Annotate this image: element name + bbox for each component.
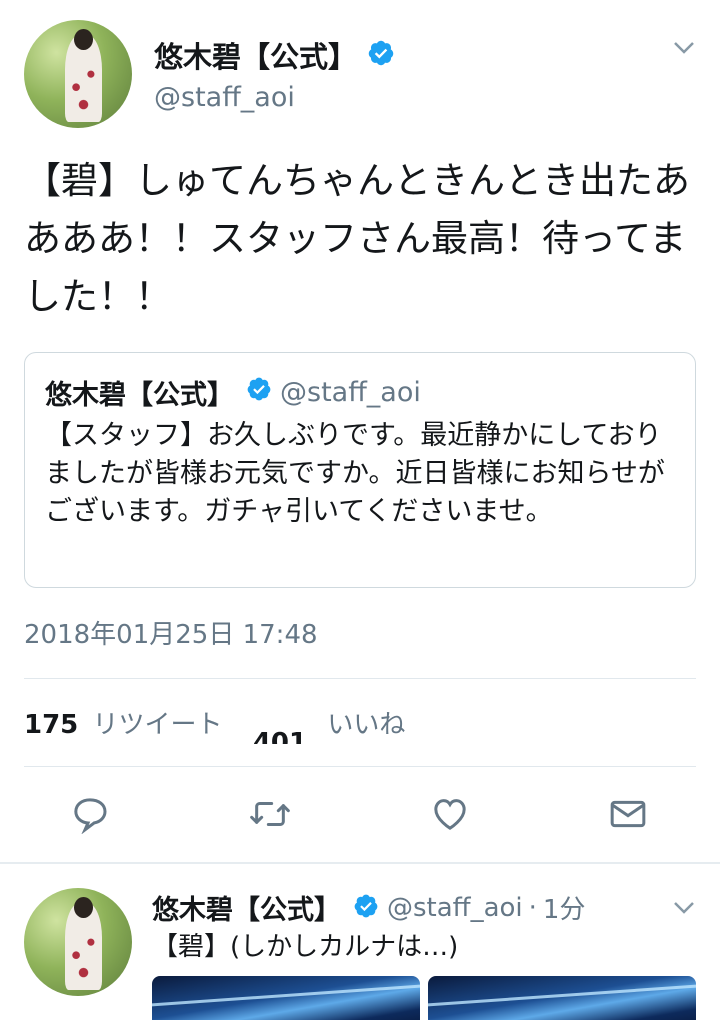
tweet-action-bar — [0, 790, 720, 842]
like-button[interactable] — [424, 790, 476, 842]
next-handle[interactable]: @staff_aoi — [387, 893, 523, 923]
verified-badge-icon — [353, 893, 379, 923]
reply-icon — [70, 794, 110, 838]
quoted-tweet-text: 【スタッフ】お久しぶりです。最近静かにしておりましたが皆様お元気ですか。近日皆様… — [45, 420, 665, 527]
divider — [24, 766, 696, 767]
next-display-name[interactable]: 悠木碧【公式】 — [152, 888, 341, 927]
media-thumbnail[interactable] — [428, 976, 696, 1020]
author-display-name[interactable]: 悠木碧【公式】 — [154, 34, 357, 76]
verified-badge-icon — [246, 376, 272, 409]
tweet-text: 【碧】しゅてんちゃんときんとき出たああああ！！スタッフさん最高！待ってました！！ — [24, 159, 690, 318]
avatar-head — [73, 28, 94, 51]
divider — [24, 678, 696, 679]
next-tweet-time[interactable]: 1分 — [543, 889, 586, 926]
mail-icon — [607, 794, 649, 838]
like-count[interactable]: 401 — [253, 728, 307, 744]
verified-badge-icon — [367, 39, 395, 71]
retweet-count[interactable]: 175 — [24, 710, 78, 740]
dm-button[interactable] — [602, 790, 654, 842]
quoted-handle: @staff_aoi — [280, 377, 421, 408]
avatar[interactable] — [24, 888, 132, 996]
tweet-timestamp: 2018年01月25日 17:48 — [24, 620, 318, 650]
chevron-down-icon[interactable] — [672, 900, 696, 920]
quoted-tweet[interactable]: 悠木碧【公式】 @staff_aoi 【スタッフ】お久しぶりです。最近静かにして… — [24, 352, 696, 588]
quoted-tweet-header: 悠木碧【公式】 @staff_aoi — [45, 373, 421, 412]
heart-icon — [430, 794, 470, 838]
like-label[interactable]: いいね — [327, 710, 405, 740]
reply-button[interactable] — [64, 790, 116, 842]
chevron-down-icon[interactable] — [672, 40, 696, 60]
quoted-display-name: 悠木碧【公式】 — [45, 380, 234, 411]
media-thumbnail[interactable] — [152, 976, 420, 1020]
author-name-row[interactable]: 悠木碧【公式】 — [154, 34, 395, 76]
author-handle[interactable]: @staff_aoi — [154, 82, 295, 113]
next-tweet-text: 【碧】(しかしカルナは…) — [152, 932, 459, 962]
retweet-label[interactable]: リツイート — [93, 710, 223, 740]
retweet-icon — [248, 794, 292, 838]
author-handle-row: @staff_aoi — [154, 82, 295, 113]
retweet-button[interactable] — [244, 790, 296, 842]
avatar[interactable] — [24, 20, 132, 128]
avatar-head — [73, 896, 94, 919]
separator-dot: · — [528, 892, 537, 923]
next-tweet-header[interactable]: 悠木碧【公式】 @staff_aoi · 1分 — [152, 888, 585, 927]
tweet-stats: 175 リツイート 401 いいね — [24, 704, 405, 744]
section-divider — [0, 862, 720, 864]
